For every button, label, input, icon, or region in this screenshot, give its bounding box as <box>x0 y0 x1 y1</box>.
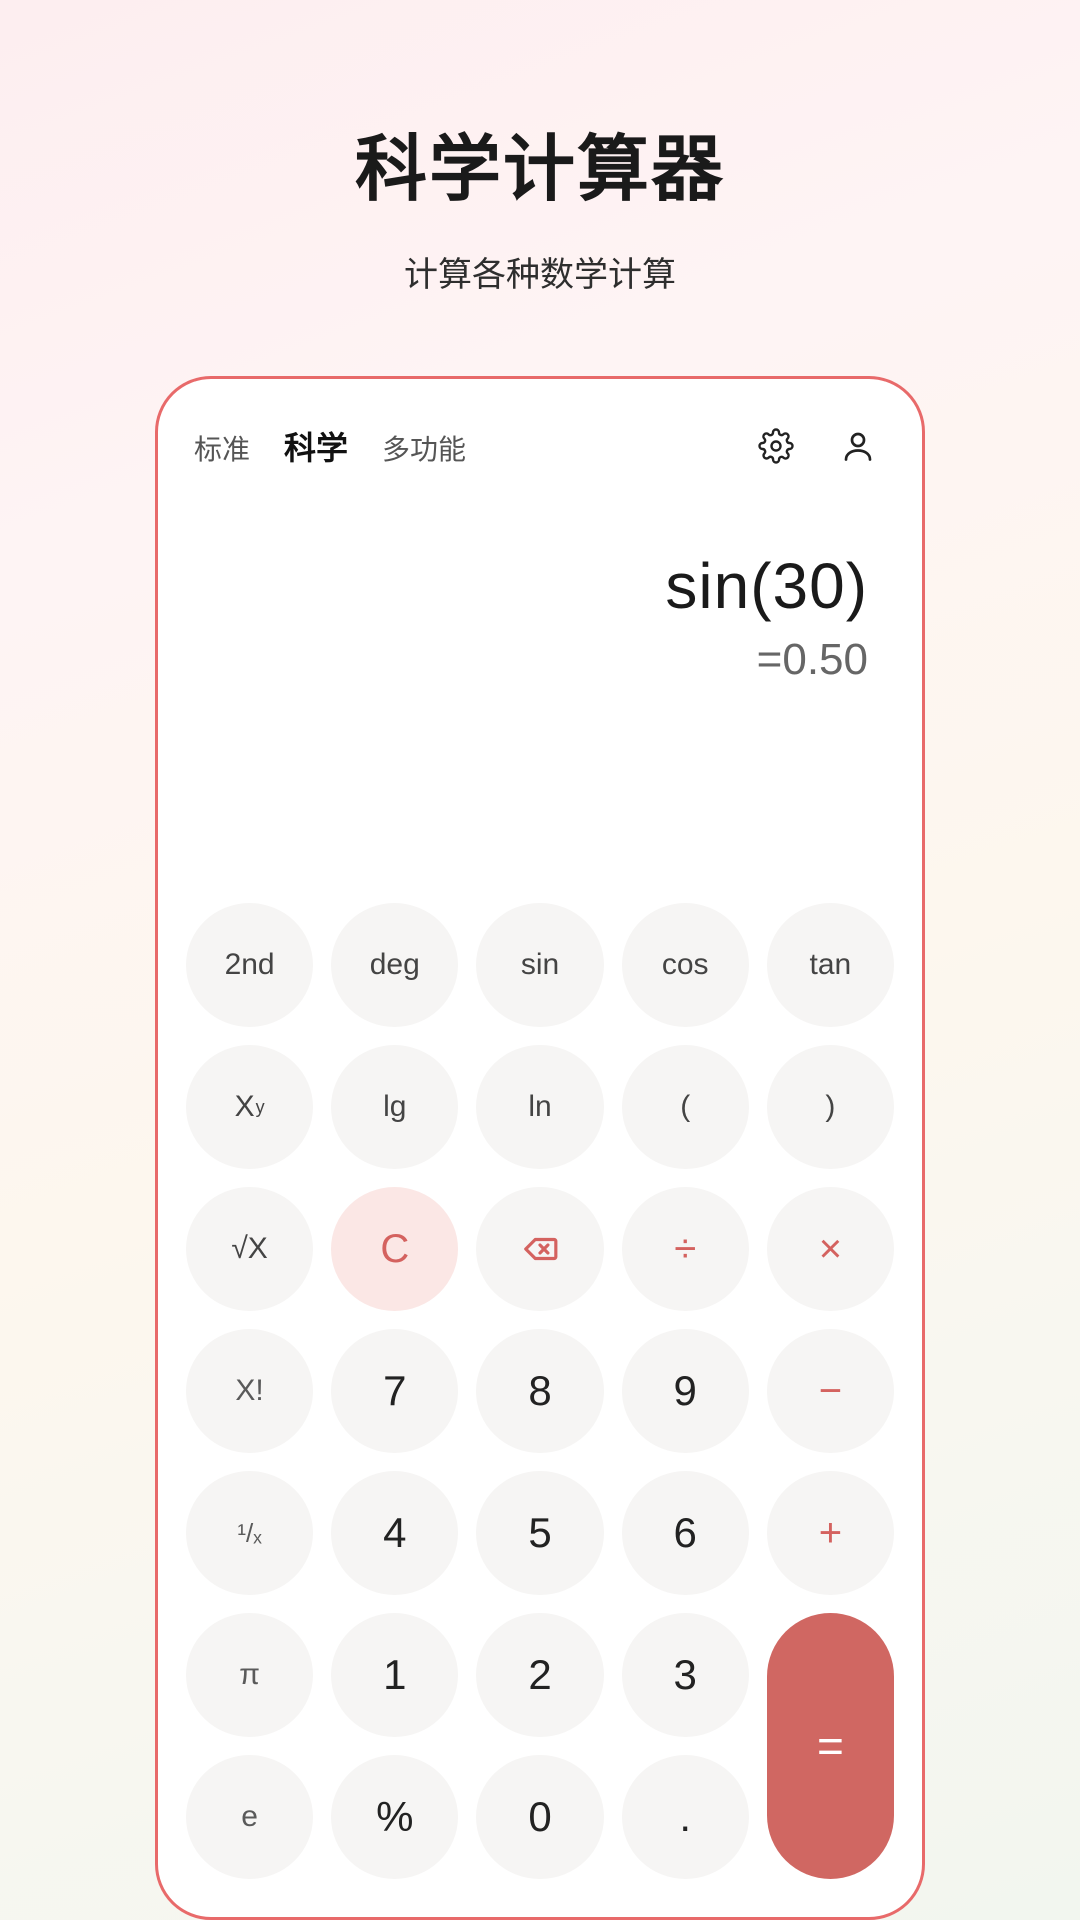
phone-frame: 标准 科学 多功能 sin(30) =0.50 2nd <box>155 376 925 1920</box>
key-rparen[interactable]: ) <box>767 1045 894 1169</box>
key-multiply[interactable]: × <box>767 1187 894 1311</box>
key-3[interactable]: 3 <box>622 1613 749 1737</box>
page-subtitle: 计算各种数学计算 <box>404 247 676 296</box>
tabs: 标准 科学 多功能 <box>194 423 466 469</box>
key-5[interactable]: 5 <box>476 1471 603 1595</box>
key-8[interactable]: 8 <box>476 1329 603 1453</box>
key-x-pow-y[interactable]: Xy <box>186 1045 313 1169</box>
key-sqrt[interactable]: √X <box>186 1187 313 1311</box>
key-7[interactable]: 7 <box>331 1329 458 1453</box>
key-xy-base: X <box>235 1090 255 1124</box>
tab-multifunction[interactable]: 多功能 <box>382 428 466 468</box>
display-result: =0.50 <box>212 635 868 685</box>
key-1[interactable]: 1 <box>331 1613 458 1737</box>
key-2[interactable]: 2 <box>476 1613 603 1737</box>
key-0[interactable]: 0 <box>476 1755 603 1879</box>
key-reciprocal-label: ¹/ₓ <box>237 1518 261 1549</box>
key-4[interactable]: 4 <box>331 1471 458 1595</box>
key-equals[interactable]: = <box>767 1613 894 1879</box>
tab-bar: 标准 科学 多功能 <box>158 379 922 469</box>
key-9[interactable]: 9 <box>622 1329 749 1453</box>
profile-button[interactable] <box>838 426 878 466</box>
key-percent[interactable]: % <box>331 1755 458 1879</box>
person-icon <box>840 428 876 464</box>
key-pi[interactable]: π <box>186 1613 313 1737</box>
key-e[interactable]: e <box>186 1755 313 1879</box>
gear-icon <box>758 428 794 464</box>
backspace-icon <box>521 1230 559 1268</box>
page-title: 科学计算器 <box>355 110 725 215</box>
display-expression: sin(30) <box>212 549 868 623</box>
tab-scientific[interactable]: 科学 <box>284 423 348 469</box>
key-tan[interactable]: tan <box>767 903 894 1027</box>
key-reciprocal[interactable]: ¹/ₓ <box>186 1471 313 1595</box>
key-xy-exp: y <box>256 1097 265 1118</box>
key-2nd[interactable]: 2nd <box>186 903 313 1027</box>
key-lg[interactable]: lg <box>331 1045 458 1169</box>
key-factorial[interactable]: X! <box>186 1329 313 1453</box>
key-lparen[interactable]: ( <box>622 1045 749 1169</box>
tabbar-actions <box>756 426 886 466</box>
key-backspace[interactable] <box>476 1187 603 1311</box>
key-plus[interactable]: + <box>767 1471 894 1595</box>
key-sin[interactable]: sin <box>476 903 603 1027</box>
calculator-display: sin(30) =0.50 <box>158 469 922 695</box>
key-ln[interactable]: ln <box>476 1045 603 1169</box>
keypad: 2nd deg sin cos tan Xy lg ln ( ) √X C ÷ … <box>158 903 922 1889</box>
key-minus[interactable]: − <box>767 1329 894 1453</box>
key-cos[interactable]: cos <box>622 903 749 1027</box>
key-deg[interactable]: deg <box>331 903 458 1027</box>
key-divide[interactable]: ÷ <box>622 1187 749 1311</box>
key-dot[interactable]: . <box>622 1755 749 1879</box>
key-clear[interactable]: C <box>331 1187 458 1311</box>
tab-standard[interactable]: 标准 <box>194 428 250 468</box>
settings-button[interactable] <box>756 426 796 466</box>
key-6[interactable]: 6 <box>622 1471 749 1595</box>
